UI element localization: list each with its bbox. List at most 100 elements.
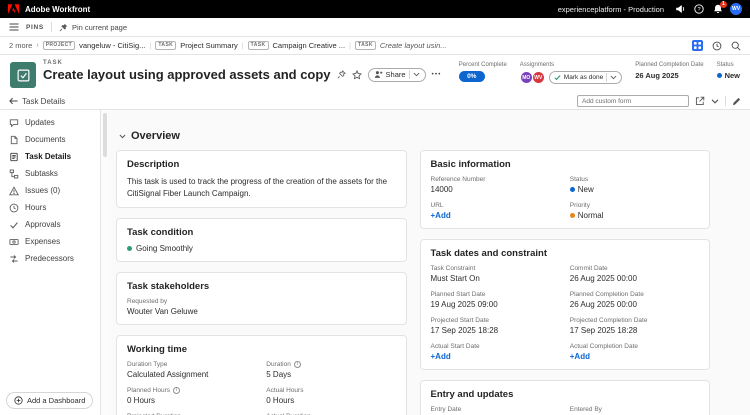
- add-dashboard-button[interactable]: Add a Dashboard: [6, 392, 93, 409]
- mark-as-done-button[interactable]: Mark as done: [549, 71, 622, 84]
- field-label: Planned Start Date: [431, 291, 486, 298]
- status-text: New: [725, 71, 740, 80]
- notifications-icon[interactable]: 1: [711, 3, 724, 16]
- chevron-right-icon: ›: [36, 42, 38, 49]
- main-menu-icon[interactable]: [9, 23, 19, 31]
- title-row: Create layout using approved assets and …: [43, 67, 441, 82]
- pin-page-icon[interactable]: [337, 70, 346, 79]
- field-requested-by: Requested by Wouter Van Geluwe: [127, 298, 396, 316]
- field-entry-date: Entry Date 19 Aug 2025 12:22: [431, 406, 560, 415]
- field-value: 19 Aug 2025 09:00: [431, 300, 560, 309]
- condition-dot: [127, 246, 132, 251]
- pin-current-page-button[interactable]: Pin current page: [59, 23, 127, 32]
- add-dashboard-label: Add a Dashboard: [27, 396, 85, 405]
- sidebar-item-approvals[interactable]: Approvals: [0, 216, 100, 233]
- sidebar-item-updates[interactable]: Updates: [0, 114, 100, 131]
- planned-completion-label: Planned Completion Date: [635, 62, 703, 68]
- announcements-icon[interactable]: [673, 3, 686, 16]
- brand-name: Adobe Workfront: [25, 5, 90, 14]
- chevron-down-icon[interactable]: [711, 99, 719, 104]
- task-header: TASK Create layout using approved assets…: [0, 55, 750, 93]
- chevron-down-icon: [119, 134, 126, 139]
- field-label: Status: [570, 176, 588, 183]
- history-icon[interactable]: [712, 41, 722, 51]
- priority-dot: [570, 213, 575, 218]
- help-icon[interactable]: ?: [692, 3, 705, 16]
- subtasks-icon: [9, 169, 19, 179]
- sidebar-item-label: Expenses: [25, 237, 60, 246]
- card-title: Working time: [127, 344, 396, 355]
- info-icon[interactable]: i: [173, 387, 180, 394]
- assignee-avatar[interactable]: MO: [520, 71, 533, 84]
- assignments-stat: Assignments MO WV Mark as done: [520, 62, 622, 84]
- field-value: Normal: [578, 211, 604, 220]
- field-label: Entered By: [570, 406, 602, 413]
- edit-icon[interactable]: [732, 97, 741, 106]
- field-label: Planned Hours: [127, 387, 170, 394]
- field-planned-completion-date: Planned Completion Date 26 Aug 2025 00:0…: [570, 291, 699, 309]
- task-details-icon: [9, 152, 19, 162]
- export-icon[interactable]: [695, 96, 705, 106]
- favorite-star-icon[interactable]: [352, 70, 362, 80]
- add-url-link[interactable]: +Add: [431, 211, 560, 220]
- pin-current-page-label: Pin current page: [72, 23, 127, 32]
- sidebar-item-label: Documents: [25, 135, 65, 144]
- status-label: Status: [717, 62, 740, 68]
- percent-complete-value[interactable]: 0%: [459, 71, 485, 82]
- adobe-logo: [8, 4, 19, 14]
- sidebar-item-task-details[interactable]: Task Details: [0, 148, 100, 165]
- field-value: Calculated Assignment: [127, 370, 256, 379]
- object-type-label: TASK: [43, 60, 441, 66]
- top-bar: Adobe Workfront experienceplatform - Pro…: [0, 0, 750, 18]
- left-column: Description This task is used to track t…: [116, 150, 407, 415]
- field-actual-start-date: Actual Start Date +Add: [431, 343, 560, 361]
- back-to-task-details[interactable]: Task Details: [9, 97, 65, 106]
- title-block: TASK Create layout using approved assets…: [43, 60, 441, 82]
- field-value: 0 Hours: [266, 396, 395, 405]
- user-avatar[interactable]: WV: [730, 3, 742, 15]
- breadcrumb-link-campaign-creative[interactable]: Campaign Creative ...: [273, 41, 346, 50]
- sidebar-item-hours[interactable]: Hours: [0, 199, 100, 216]
- status-value[interactable]: New: [717, 71, 740, 80]
- task-condition-value[interactable]: Going Smoothly: [127, 244, 396, 253]
- sidebar-item-documents[interactable]: Documents: [0, 131, 100, 148]
- field-status: Status New: [570, 176, 699, 194]
- add-circle-icon: [14, 396, 23, 405]
- breadcrumb-more-link[interactable]: 2 more: [9, 41, 32, 50]
- card-columns: Description This task is used to track t…: [116, 150, 710, 415]
- add-actual-start-link[interactable]: +Add: [431, 352, 560, 361]
- predecessors-icon: [9, 254, 19, 264]
- field-value: 17 Sep 2025 18:28: [570, 326, 699, 335]
- info-icon[interactable]: i: [294, 361, 301, 368]
- sidebar-item-expenses[interactable]: Expenses: [0, 233, 100, 250]
- field-projected-completion-date: Projected Completion Date 17 Sep 2025 18…: [570, 317, 699, 335]
- assignee-avatar[interactable]: WV: [532, 71, 545, 84]
- sidebar-item-issues[interactable]: Issues (0): [0, 182, 100, 199]
- panel-scrollbar[interactable]: [101, 110, 108, 415]
- more-menu-button[interactable]: •••: [432, 71, 442, 78]
- breadcrumb-link-project[interactable]: vangeluw - CitiSig...: [79, 41, 145, 50]
- overview-section-toggle[interactable]: Overview: [119, 130, 710, 142]
- sidebar-item-predecessors[interactable]: Predecessors: [0, 250, 100, 267]
- search-icon[interactable]: [731, 41, 741, 51]
- basic-information-fields: Reference Number 14000 Status New URL: [431, 176, 700, 220]
- add-custom-form-input[interactable]: [577, 95, 689, 107]
- issues-icon: [9, 186, 19, 196]
- divider: [725, 96, 726, 106]
- share-label: Share: [386, 70, 406, 79]
- apps-icon[interactable]: [692, 40, 703, 51]
- breadcrumb-link-project-summary[interactable]: Project Summary: [180, 41, 238, 50]
- breadcrumb-current-page: Create layout usin...: [380, 41, 447, 50]
- card-title: Task dates and constraint: [431, 248, 700, 259]
- sidebar-item-subtasks[interactable]: Subtasks: [0, 165, 100, 182]
- field-label: URL: [431, 202, 444, 209]
- breadcrumb-separator: |: [242, 41, 244, 50]
- field-url: URL +Add: [431, 202, 560, 220]
- share-button[interactable]: Share: [368, 68, 426, 82]
- scrollbar-thumb[interactable]: [103, 113, 107, 157]
- working-time-card: Working time Duration Type Calculated As…: [116, 335, 407, 415]
- working-time-fields: Duration Type Calculated Assignment Dura…: [127, 361, 396, 415]
- task-stakeholders-card: Task stakeholders Requested by Wouter Va…: [116, 272, 407, 325]
- field-label: Projected Completion Date: [570, 317, 648, 324]
- add-actual-completion-link[interactable]: +Add: [570, 352, 699, 361]
